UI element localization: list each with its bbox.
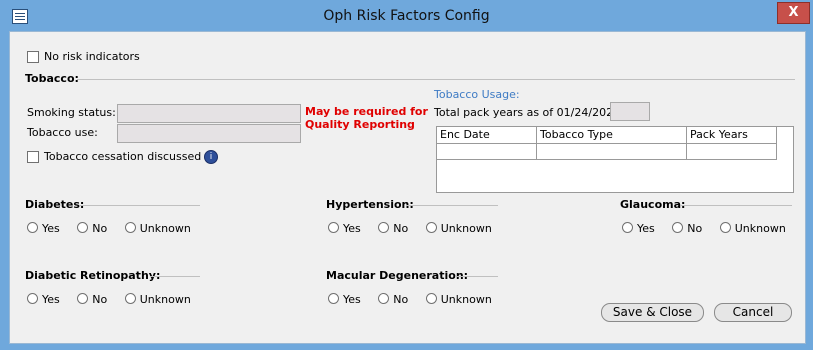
radio-yes[interactable] <box>622 222 633 233</box>
dialog-body: No risk indicators Tobacco: Smoking stat… <box>9 31 806 344</box>
dialog-window: Oph Risk Factors Config X No risk indica… <box>0 0 813 350</box>
diabetes-divider <box>80 205 200 206</box>
radio-no[interactable] <box>378 222 390 233</box>
no-risk-checkbox[interactable] <box>27 51 39 63</box>
diabetic-retinopathy-label: Diabetic Retinopathy: <box>25 269 161 282</box>
retinopathy-yes-option[interactable]: Yes <box>27 293 60 306</box>
column-header-pack-years[interactable]: Pack Years <box>687 127 777 144</box>
quality-reporting-warning-line2: Quality Reporting <box>305 118 415 131</box>
quality-reporting-warning-line1: May be required for <box>305 105 428 118</box>
tobacco-cessation-checkbox[interactable] <box>27 151 39 163</box>
glaucoma-unknown-option[interactable]: Unknown <box>719 222 786 235</box>
hypertension-unknown-option[interactable]: Unknown <box>425 222 492 235</box>
table-row-cell[interactable] <box>687 144 777 160</box>
no-risk-label: No risk indicators <box>44 50 140 63</box>
pack-years-field[interactable] <box>610 102 650 121</box>
tobacco-cessation-label: Tobacco cessation discussed <box>44 150 202 163</box>
tobacco-divider <box>77 79 795 80</box>
retinopathy-no-option[interactable]: No <box>77 293 107 306</box>
info-icon[interactable]: i <box>204 150 218 164</box>
radio-yes[interactable] <box>328 222 339 233</box>
radio-yes[interactable] <box>328 293 339 304</box>
radio-unknown[interactable] <box>124 222 136 233</box>
radio-no[interactable] <box>77 293 89 304</box>
radio-unknown[interactable] <box>425 222 437 233</box>
radio-no[interactable] <box>77 222 89 233</box>
hypertension-no-option[interactable]: No <box>378 222 408 235</box>
title-bar: Oph Risk Factors Config X <box>1 1 812 31</box>
radio-unknown[interactable] <box>425 293 437 304</box>
hypertension-radio-group: Yes No Unknown <box>328 222 506 235</box>
tobacco-use-label: Tobacco use: <box>27 126 98 139</box>
glaucoma-yes-option[interactable]: Yes <box>622 222 655 235</box>
cancel-button[interactable]: Cancel <box>714 303 792 322</box>
tobacco-usage-title: Tobacco Usage: <box>434 88 520 101</box>
smoking-status-field[interactable] <box>117 104 301 123</box>
diabetic-retinopathy-divider <box>150 276 200 277</box>
radio-unknown[interactable] <box>719 222 731 233</box>
retinopathy-unknown-option[interactable]: Unknown <box>124 293 191 306</box>
tobacco-usage-table[interactable]: Enc Date Tobacco Type Pack Years <box>436 126 794 193</box>
diabetes-yes-option[interactable]: Yes <box>27 222 60 235</box>
window-title: Oph Risk Factors Config <box>323 8 490 24</box>
diabetes-radio-group: Yes No Unknown <box>27 222 205 235</box>
macular-no-option[interactable]: No <box>378 293 408 306</box>
smoking-status-label: Smoking status: <box>27 106 116 119</box>
column-header-tobacco-type[interactable]: Tobacco Type <box>537 127 687 144</box>
tobacco-use-field[interactable] <box>117 124 301 143</box>
glaucoma-radio-group: Yes No Unknown <box>622 222 786 235</box>
glaucoma-no-option[interactable]: No <box>672 222 702 235</box>
diabetes-no-option[interactable]: No <box>77 222 107 235</box>
tobacco-section-label: Tobacco: <box>25 72 79 85</box>
glaucoma-label: Glaucoma: <box>620 198 686 211</box>
hypertension-label: Hypertension: <box>326 198 414 211</box>
radio-no[interactable] <box>378 293 390 304</box>
macular-yes-option[interactable]: Yes <box>328 293 361 306</box>
glaucoma-divider <box>680 205 792 206</box>
diabetic-retinopathy-radio-group: Yes No Unknown <box>27 293 205 306</box>
diabetes-label: Diabetes: <box>25 198 85 211</box>
macular-degeneration-label: Macular Degeneration: <box>326 269 469 282</box>
hypertension-divider <box>406 205 498 206</box>
radio-unknown[interactable] <box>124 293 136 304</box>
diabetes-unknown-option[interactable]: Unknown <box>124 222 191 235</box>
column-header-enc-date[interactable]: Enc Date <box>437 127 537 144</box>
macular-unknown-option[interactable]: Unknown <box>425 293 492 306</box>
macular-degeneration-divider <box>455 276 498 277</box>
close-button[interactable]: X <box>777 2 810 24</box>
pack-years-label: Total pack years as of 01/24/2020: <box>434 106 624 119</box>
hypertension-yes-option[interactable]: Yes <box>328 222 361 235</box>
table-row-cell[interactable] <box>537 144 687 160</box>
macular-degeneration-radio-group: Yes No Unknown <box>328 293 506 306</box>
save-close-button[interactable]: Save & Close <box>601 303 704 322</box>
radio-no[interactable] <box>672 222 684 233</box>
radio-yes[interactable] <box>27 222 38 233</box>
table-row-cell[interactable] <box>437 144 537 160</box>
radio-yes[interactable] <box>27 293 38 304</box>
